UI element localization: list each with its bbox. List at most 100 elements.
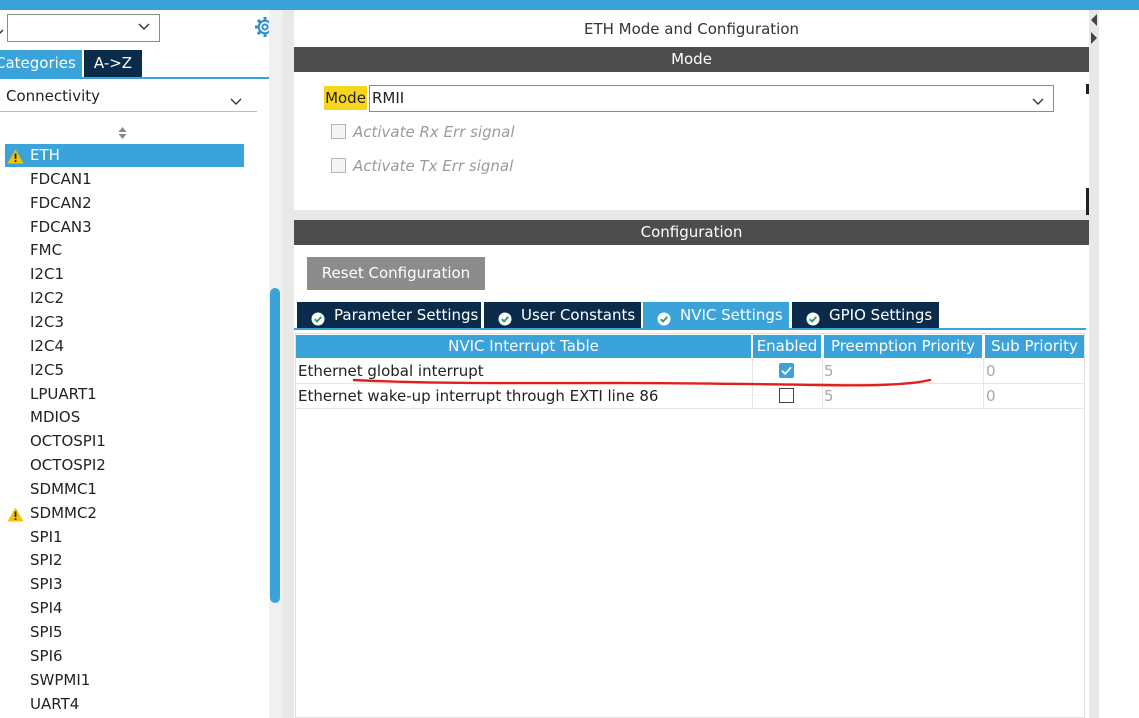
sidebar-item-swpmi1[interactable]: SWPMI1 [0, 669, 268, 692]
sidebar-item-label: SDMMC1 [30, 480, 97, 498]
check-circle-icon [498, 308, 512, 326]
window-top-strip [0, 0, 1139, 10]
chevron-down-icon[interactable] [137, 19, 151, 33]
tab-gpio-settings[interactable]: GPIO Settings [792, 302, 939, 328]
mode-select[interactable]: RMII [369, 85, 1054, 112]
sidebar-item-label: I2C4 [30, 337, 64, 355]
sidebar-item-label: SPI2 [30, 551, 63, 569]
sidebar-item-fmc[interactable]: FMC [0, 239, 268, 262]
sidebar-item-label: OCTOSPI1 [30, 432, 106, 450]
sidebar-item-i2c1[interactable]: I2C1 [0, 263, 268, 286]
page-title: ETH Mode and Configuration [583, 20, 800, 38]
search-input[interactable] [10, 17, 132, 39]
mode-panel-scroll-indicator[interactable] [1086, 84, 1089, 94]
sidebar-item-label: FDCAN2 [30, 194, 92, 212]
tab-nvic-settings[interactable]: NVIC Settings [643, 302, 789, 328]
tab-categories[interactable]: Categories [0, 50, 82, 77]
sidebar-item-i2c3[interactable]: I2C3 [0, 311, 268, 334]
panel-divider[interactable] [283, 10, 294, 718]
sidebar-item-uart4[interactable]: UART4 [0, 693, 268, 716]
tabs-underline [294, 328, 1086, 330]
sort-icon[interactable] [117, 125, 128, 141]
sidebar-item-eth[interactable]: ETH [0, 144, 268, 167]
sidebar-item-octospi2[interactable]: OCTOSPI2 [0, 454, 268, 477]
check-circle-icon [657, 308, 671, 326]
tab-label: NVIC Settings [680, 306, 783, 324]
checkbox-label: Activate Tx Err signal [353, 157, 514, 175]
sidebar-item-label: I2C5 [30, 361, 64, 379]
configuration-section-header: Configuration [294, 220, 1089, 245]
sidebar-item-spi5[interactable]: SPI5 [0, 621, 268, 644]
tab-a-z[interactable]: A->Z [84, 50, 142, 77]
sidebar-item-label: OCTOSPI2 [30, 456, 106, 474]
tab-parameter-settings[interactable]: Parameter Settings [297, 302, 481, 328]
sidebar-item-mdios[interactable]: MDIOS [0, 406, 268, 429]
sidebar-item-label: UART4 [30, 695, 80, 713]
table-header-interrupt[interactable]: NVIC Interrupt Table [296, 335, 751, 358]
checkbox-label: Activate Rx Err signal [353, 123, 515, 141]
tab-label: Parameter Settings [334, 306, 479, 324]
row-divider [296, 408, 1084, 409]
sidebar-item-label: FDCAN3 [30, 218, 92, 236]
table-header-enabled[interactable]: Enabled [753, 335, 821, 358]
sidebar-item-label: SWPMI1 [30, 671, 91, 689]
sidebar-item-sdmmc2[interactable]: SDMMC2 [0, 502, 268, 525]
sidebar-item-spi6[interactable]: SPI6 [0, 645, 268, 668]
sidebar-item-octospi1[interactable]: OCTOSPI1 [0, 430, 268, 453]
sidebar-item-label: SDMMC2 [30, 504, 97, 522]
mode-select-value: RMII [372, 89, 405, 107]
sidebar-item-sdmmc1[interactable]: SDMMC1 [0, 478, 268, 501]
sidebar-scrollbar-thumb[interactable] [270, 288, 280, 603]
right-splitter[interactable] [1089, 10, 1099, 718]
sidebar-item-i2c5[interactable]: I2C5 [0, 359, 268, 382]
sidebar-item-fdcan3[interactable]: FDCAN3 [0, 216, 268, 239]
sidebar-item-label: FMC [30, 241, 63, 259]
tabs-underline [0, 77, 281, 79]
reset-configuration-button[interactable]: Reset Configuration [307, 257, 485, 290]
sidebar-item-label: SPI1 [30, 528, 63, 546]
tab-label: GPIO Settings [829, 306, 933, 324]
search-combo[interactable] [7, 14, 160, 42]
category-select[interactable]: Connectivity [0, 82, 257, 112]
sidebar-item-fdcan1[interactable]: FDCAN1 [0, 168, 268, 191]
tab-categories-label: Categories [0, 54, 76, 72]
sidebar-item-label: FDCAN1 [30, 170, 92, 188]
sidebar-item-lpuart1[interactable]: LPUART1 [0, 383, 268, 406]
sidebar-item-spi4[interactable]: SPI4 [0, 597, 268, 620]
chevron-down-icon[interactable] [229, 90, 243, 105]
activate-tx-err-checkbox[interactable]: Activate Tx Err signal [331, 156, 631, 176]
sidebar-item-spi2[interactable]: SPI2 [0, 549, 268, 572]
collapse-arrows-icon[interactable] [1089, 12, 1099, 48]
sidebar-item-label: SPI6 [30, 647, 63, 665]
sidebar-item-label: SPI5 [30, 623, 63, 641]
chevron-down-icon[interactable] [1031, 92, 1045, 106]
red-underline-annotation [352, 378, 932, 387]
table-header-sub-priority[interactable]: Sub Priority [985, 335, 1084, 358]
checkbox-box[interactable] [331, 124, 346, 139]
sidebar-item-fdcan2[interactable]: FDCAN2 [0, 192, 268, 215]
sidebar-item-label: MDIOS [30, 408, 81, 426]
sidebar-item-label: I2C2 [30, 289, 64, 307]
tab-a-z-label: A->Z [93, 54, 133, 72]
sidebar-item-label: I2C1 [30, 265, 64, 283]
section-divider[interactable] [294, 210, 1089, 220]
table-header-preemption-priority[interactable]: Preemption Priority [824, 335, 982, 358]
sidebar: Categories A->Z Connectivity ETH FDCAN1 FD… [0, 10, 283, 718]
sidebar-item-i2c4[interactable]: I2C4 [0, 335, 268, 358]
mode-panel-scroll-indicator[interactable] [1086, 188, 1089, 215]
sidebar-item-label: SPI4 [30, 599, 63, 617]
sub-priority-cell[interactable]: 0 [986, 384, 1076, 408]
sidebar-item-label: I2C3 [30, 313, 64, 331]
checkbox-box[interactable] [331, 158, 346, 173]
mode-section-header: Mode [294, 47, 1089, 72]
tab-label: User Constants [521, 306, 636, 324]
category-select-value: Connectivity [6, 87, 100, 105]
right-panel [1099, 10, 1139, 718]
sidebar-item-spi1[interactable]: SPI1 [0, 526, 268, 549]
sub-priority-cell[interactable]: 0 [986, 359, 1076, 383]
check-circle-icon [311, 308, 325, 326]
sidebar-item-spi3[interactable]: SPI3 [0, 573, 268, 596]
activate-rx-err-checkbox[interactable]: Activate Rx Err signal [331, 122, 631, 142]
tab-user-constants[interactable]: User Constants [484, 302, 641, 328]
sidebar-item-i2c2[interactable]: I2C2 [0, 287, 268, 310]
